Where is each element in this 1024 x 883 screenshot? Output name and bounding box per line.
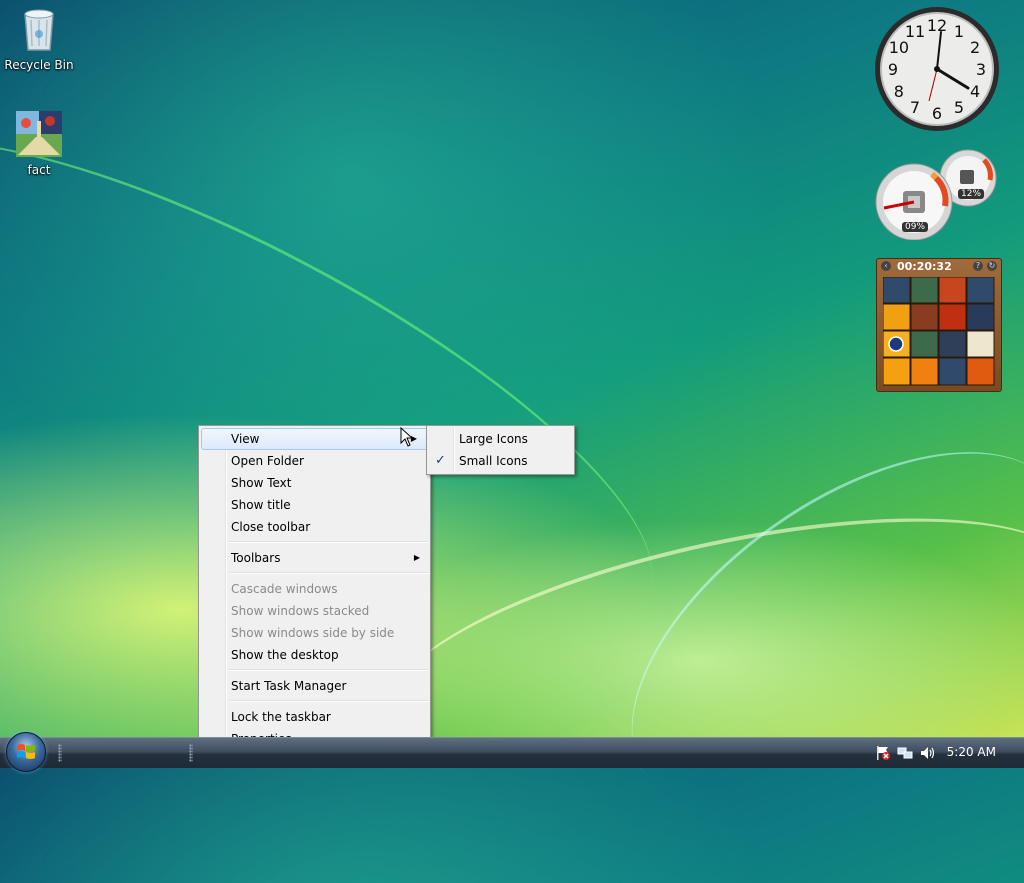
menu-item-show-windows-side-by-side: Show windows side by side bbox=[199, 622, 430, 644]
desktop-icon-label: Recycle Bin bbox=[4, 58, 74, 72]
menu-item-label: Cascade windows bbox=[231, 582, 338, 596]
clock-number: 2 bbox=[970, 38, 980, 57]
clock-number: 11 bbox=[905, 22, 925, 41]
menu-item-show-title[interactable]: Show title bbox=[199, 494, 430, 516]
menu-item-start-task-manager[interactable]: Start Task Manager bbox=[199, 675, 430, 697]
puzzle-back-icon[interactable]: ‹ bbox=[881, 261, 891, 271]
clock-number: 9 bbox=[888, 60, 898, 79]
mouse-cursor-icon bbox=[400, 427, 414, 447]
clock-number: 3 bbox=[976, 60, 986, 79]
submenu-item-small-icons[interactable]: ✓ Small Icons bbox=[427, 450, 574, 472]
clock-number: 5 bbox=[954, 98, 964, 117]
menu-item-show-text[interactable]: Show Text bbox=[199, 472, 430, 494]
menu-item-toolbars[interactable]: Toolbars ▶ bbox=[199, 547, 430, 569]
menu-separator bbox=[229, 572, 428, 574]
menu-item-close-toolbar[interactable]: Close toolbar bbox=[199, 516, 430, 538]
menu-separator bbox=[229, 700, 428, 702]
menu-item-label: View bbox=[231, 432, 260, 446]
menu-item-show-windows-stacked: Show windows stacked bbox=[199, 600, 430, 622]
menu-separator bbox=[229, 541, 428, 543]
volume-icon[interactable] bbox=[919, 745, 935, 761]
clock-number: 1 bbox=[954, 22, 964, 41]
menu-item-label: Open Folder bbox=[231, 454, 304, 468]
puzzle-header: ‹ 00:20:32 ? ↻ bbox=[877, 259, 1001, 275]
notification-area: 5:20 AM bbox=[866, 738, 1024, 768]
memory-usage-label: 12% bbox=[958, 189, 985, 199]
checkmark-icon: ✓ bbox=[435, 453, 446, 468]
menu-item-label: Show title bbox=[231, 498, 291, 512]
menu-item-label: Lock the taskbar bbox=[231, 710, 331, 724]
menu-item-view[interactable]: View ▶ bbox=[201, 428, 428, 450]
cpu-usage-label: 09% bbox=[902, 222, 929, 232]
quick-launch-grip[interactable] bbox=[58, 744, 62, 762]
puzzle-board[interactable] bbox=[883, 277, 995, 387]
windows-logo-icon bbox=[17, 744, 35, 759]
clock-number: 8 bbox=[894, 82, 904, 101]
submenu-item-label: Small Icons bbox=[459, 454, 528, 468]
menu-item-label: Toolbars bbox=[231, 551, 281, 565]
clock-gadget[interactable]: 12 1 2 3 4 5 6 7 8 9 10 11 bbox=[874, 6, 1000, 135]
menu-item-open-folder[interactable]: Open Folder bbox=[199, 450, 430, 472]
submenu-item-label: Large Icons bbox=[459, 432, 528, 446]
menu-item-show-the-desktop[interactable]: Show the desktop bbox=[199, 644, 430, 666]
puzzle-timer: 00:20:32 bbox=[897, 260, 952, 273]
menu-item-label: Show the desktop bbox=[231, 648, 339, 662]
menu-item-label: Show Text bbox=[231, 476, 292, 490]
menu-item-cascade-windows: Cascade windows bbox=[199, 578, 430, 600]
recycle-bin-icon bbox=[3, 6, 75, 55]
menu-item-lock-the-taskbar[interactable]: Lock the taskbar bbox=[199, 706, 430, 728]
menu-item-label: Show windows stacked bbox=[231, 604, 370, 618]
taskbar-clock[interactable]: 5:20 AM bbox=[947, 745, 996, 759]
clock-number: 4 bbox=[970, 82, 980, 101]
puzzle-help-icon[interactable]: ? bbox=[973, 261, 983, 271]
network-error-flag-icon[interactable] bbox=[875, 745, 891, 761]
view-submenu: Large Icons ✓ Small Icons bbox=[426, 425, 575, 475]
picture-icon bbox=[3, 111, 75, 160]
menu-item-label: Show windows side by side bbox=[231, 626, 395, 640]
clock-face: 12 1234567891011 bbox=[875, 7, 999, 131]
submenu-item-large-icons[interactable]: Large Icons bbox=[427, 428, 574, 450]
start-button[interactable] bbox=[6, 732, 46, 772]
menu-item-label: Start Task Manager bbox=[231, 679, 347, 693]
menu-item-label: Close toolbar bbox=[231, 520, 311, 534]
desktop-icon-label: fact bbox=[27, 163, 51, 177]
desktop-icon-fact[interactable]: fact bbox=[3, 111, 75, 177]
desktop-icon-recycle-bin[interactable]: Recycle Bin bbox=[3, 6, 75, 72]
network-icon[interactable] bbox=[897, 745, 913, 761]
puzzle-solve-icon[interactable]: ↻ bbox=[987, 261, 997, 271]
clock-number: 12 bbox=[927, 16, 947, 35]
menu-separator bbox=[229, 669, 428, 671]
taskbar-toolbar-grip[interactable] bbox=[189, 744, 193, 762]
taskbar: 5:20 AM bbox=[0, 732, 1024, 772]
submenu-arrow-icon: ▶ bbox=[413, 553, 420, 562]
clock-number: 6 bbox=[932, 104, 942, 123]
cpu-meter-gadget[interactable]: 09% 12% bbox=[874, 148, 1000, 243]
taskbar-context-menu: View ▶ Open Folder Show Text Show title Close… bbox=[198, 425, 431, 754]
clock-number: 7 bbox=[910, 98, 920, 117]
wallpaper-streak bbox=[569, 380, 1024, 883]
picture-puzzle-gadget[interactable]: ‹ 00:20:32 ? ↻ bbox=[876, 258, 1002, 392]
